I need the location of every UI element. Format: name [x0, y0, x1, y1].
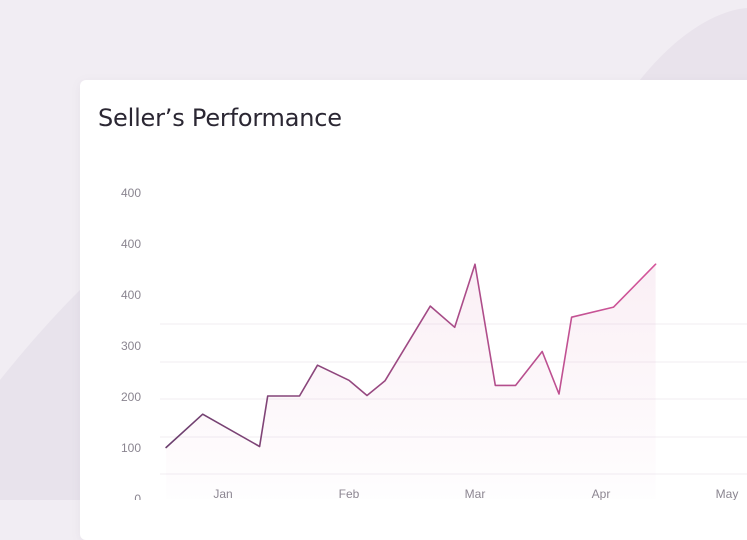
data-point	[164, 446, 168, 450]
data-point	[383, 379, 387, 383]
data-point	[540, 350, 544, 354]
y-tick-label: 400	[121, 186, 141, 200]
y-tick-label: 400	[121, 237, 141, 251]
y-tick-label: 0	[134, 492, 141, 500]
data-point	[654, 262, 658, 266]
data-point	[428, 304, 432, 308]
series-area	[166, 264, 656, 499]
data-point	[347, 378, 351, 382]
data-point	[201, 412, 205, 416]
data-point	[365, 394, 369, 398]
data-point	[316, 363, 320, 367]
data-point	[266, 394, 270, 398]
data-point	[258, 445, 262, 449]
y-tick-label: 300	[121, 339, 141, 353]
data-point	[473, 262, 477, 266]
y-tick-label: 100	[121, 441, 141, 455]
data-point	[612, 305, 616, 309]
y-axis-ticks: 0 100 200 300 400 400 400	[121, 186, 141, 500]
data-point	[557, 392, 561, 396]
y-tick-label: 400	[121, 288, 141, 302]
data-point	[298, 394, 302, 398]
data-point	[493, 383, 497, 387]
data-point	[570, 315, 574, 319]
y-tick-label: 200	[121, 390, 141, 404]
data-point	[514, 383, 518, 387]
x-tick-label: May	[716, 487, 739, 500]
data-point	[453, 325, 457, 329]
performance-line-chart: 0100200300400400400 JanFebMarAprMay	[121, 186, 747, 500]
